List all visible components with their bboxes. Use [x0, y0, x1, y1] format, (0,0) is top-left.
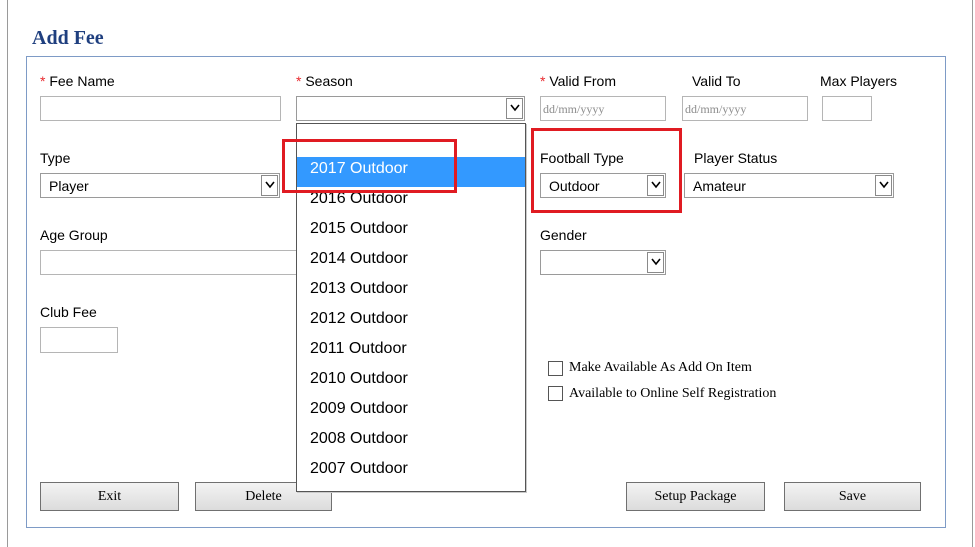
online-registration-checkbox[interactable]	[548, 386, 563, 401]
setup-package-button[interactable]: Setup Package	[626, 482, 765, 511]
season-option-2011[interactable]: 2011 Outdoor	[297, 337, 525, 367]
season-select[interactable]	[296, 96, 525, 121]
max-players-input[interactable]	[822, 96, 872, 121]
valid-from-input[interactable]: dd/mm/yyyy	[540, 96, 666, 121]
valid-from-label: * Valid From	[540, 73, 616, 89]
type-label: Type	[40, 150, 71, 166]
chevron-down-icon[interactable]	[506, 98, 523, 119]
season-option-2008[interactable]: 2008 Outdoor	[297, 427, 525, 457]
chevron-down-icon[interactable]	[261, 175, 278, 196]
player-status-value: Amateur	[693, 178, 746, 194]
age-group-select[interactable]	[40, 250, 300, 275]
player-status-label: Player Status	[694, 150, 778, 166]
max-players-label: Max Players	[820, 73, 898, 89]
season-option-2015[interactable]: 2015 Outdoor	[297, 217, 525, 247]
type-select[interactable]: Player	[40, 173, 280, 198]
fee-name-input[interactable]	[40, 96, 281, 121]
online-registration-checkbox-label: Available to Online Self Registration	[569, 386, 777, 401]
valid-to-input[interactable]: dd/mm/yyyy	[682, 96, 808, 121]
gender-select[interactable]	[540, 250, 666, 275]
valid-to-label: Valid To	[692, 73, 741, 89]
fee-name-label: * Fee Name	[40, 73, 115, 89]
season-label: * Season	[296, 73, 353, 89]
chevron-down-icon[interactable]	[875, 175, 892, 196]
player-status-select[interactable]: Amateur	[684, 173, 894, 198]
chevron-down-icon[interactable]	[647, 252, 664, 273]
gender-label: Gender	[540, 227, 587, 243]
add-on-checkbox[interactable]	[548, 361, 563, 376]
season-option-2013[interactable]: 2013 Outdoor	[297, 277, 525, 307]
club-fee-input[interactable]	[40, 327, 118, 353]
add-on-checkbox-label: Make Available As Add On Item	[569, 360, 752, 375]
season-option-2010[interactable]: 2010 Outdoor	[297, 367, 525, 397]
season-option-2014[interactable]: 2014 Outdoor	[297, 247, 525, 277]
exit-button[interactable]: Exit	[40, 482, 179, 511]
page-title: Add Fee	[32, 27, 104, 49]
type-value: Player	[49, 178, 89, 194]
save-button[interactable]: Save	[784, 482, 921, 511]
age-group-label: Age Group	[40, 227, 108, 243]
season-option-2009[interactable]: 2009 Outdoor	[297, 397, 525, 427]
season-option-2012[interactable]: 2012 Outdoor	[297, 307, 525, 337]
football-type-highlight-box	[531, 128, 682, 213]
club-fee-label: Club Fee	[40, 304, 97, 320]
season-highlight-box	[282, 139, 457, 193]
season-option-2007[interactable]: 2007 Outdoor	[297, 457, 525, 487]
